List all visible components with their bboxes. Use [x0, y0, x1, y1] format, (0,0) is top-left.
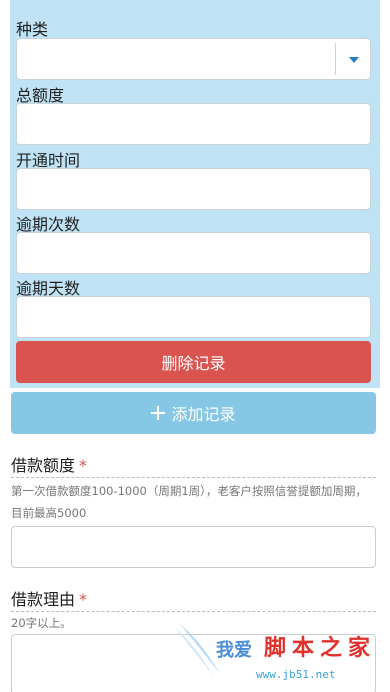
watermark-text-1: 我爱: [216, 640, 252, 661]
type-select[interactable]: [16, 38, 371, 80]
delete-record-label: 删除记录: [161, 354, 226, 373]
required-mark: *: [79, 456, 88, 475]
watermark: 我爱 脚本之家 www.jb51.net: [168, 622, 388, 690]
add-record-label: 添加记录: [171, 405, 236, 424]
chevron-down-icon[interactable]: [349, 57, 359, 63]
select-divider: [335, 43, 336, 75]
watermark-url: www.jb51.net: [256, 668, 336, 681]
loan-amount-input[interactable]: [11, 526, 376, 568]
divider: [11, 477, 376, 478]
loan-amount-hint: 第一次借款额度100-1000（周期1周），老客户按照信誉提额加周期，目前最高5…: [11, 484, 367, 520]
type-label: 种类: [16, 20, 49, 39]
delete-record-button[interactable]: 删除记录: [16, 341, 371, 383]
record-panel: 种类 总额度 开通时间 逾期次数 逾期天数 删除记录: [10, 0, 380, 388]
loan-reason-title: 借款理由 *: [11, 586, 87, 610]
loan-amount-title: 借款额度 *: [11, 452, 87, 476]
total-limit-input[interactable]: [16, 103, 371, 145]
overdue-count-input[interactable]: [16, 232, 371, 274]
required-mark: *: [79, 590, 88, 609]
plus-icon: [151, 406, 166, 420]
open-date-input[interactable]: [16, 168, 371, 210]
loan-amount-title-text: 借款额度: [11, 456, 76, 475]
loan-reason-title-text: 借款理由: [11, 590, 76, 609]
add-record-button[interactable]: 添加记录: [11, 392, 376, 434]
overdue-days-input[interactable]: [16, 296, 371, 338]
watermark-text-2: 脚本之家: [264, 636, 377, 661]
